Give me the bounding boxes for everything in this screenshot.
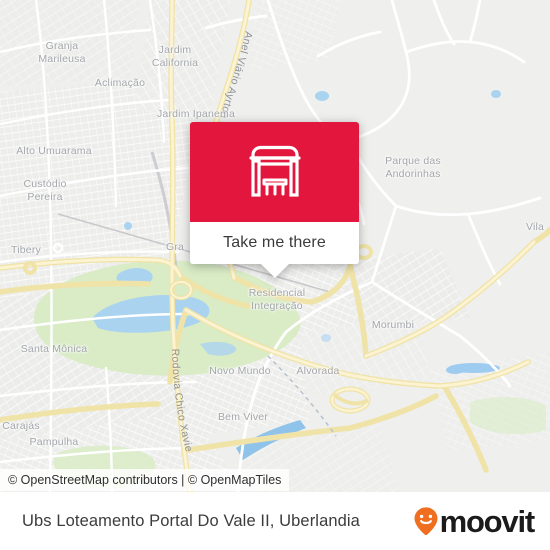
popup-card[interactable]: Take me there [190,122,359,264]
bus-shelter-icon [248,145,301,197]
footer-bar: Ubs Loteamento Portal Do Vale II, Uberla… [0,492,550,550]
moovit-logo[interactable]: moovit [413,503,536,539]
map-canvas[interactable]: Anel Viário Ayrton Senna Rodovia Chico X… [0,0,550,492]
popup-pointer-tail [260,264,289,278]
station-popup[interactable]: Take me there [190,122,359,278]
take-me-there-button[interactable]: Take me there [190,222,359,264]
station-title: Ubs Loteamento Portal Do Vale II, Uberla… [22,511,360,530]
map-attribution[interactable]: © OpenStreetMap contributors | © OpenMap… [0,469,290,491]
moovit-pin-icon [414,507,438,536]
popup-icon-area [190,122,359,222]
moovit-wordmark: moovit [439,503,536,539]
moovit-station-map-page: Anel Viário Ayrton Senna Rodovia Chico X… [0,0,550,550]
